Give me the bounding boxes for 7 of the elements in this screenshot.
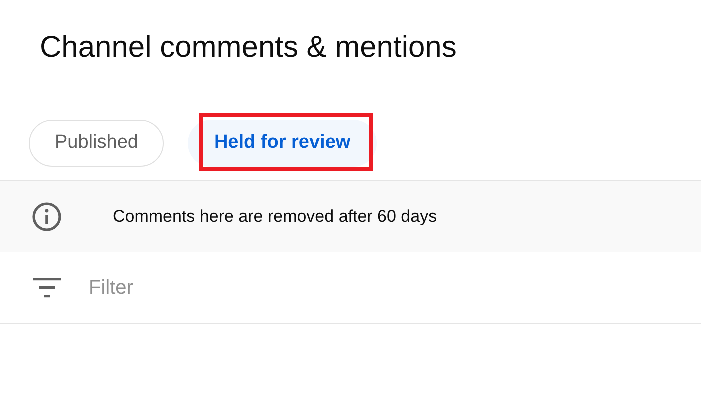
info-icon [32,202,62,232]
filter-field[interactable]: Filter [89,272,489,302]
filter-icon [33,278,61,298]
page-title: Channel comments & mentions [40,30,457,66]
notice-text: Comments here are removed after 60 days [113,206,438,228]
tab[interactable]: Held for review [188,120,377,167]
tab[interactable]: Published [29,120,164,167]
